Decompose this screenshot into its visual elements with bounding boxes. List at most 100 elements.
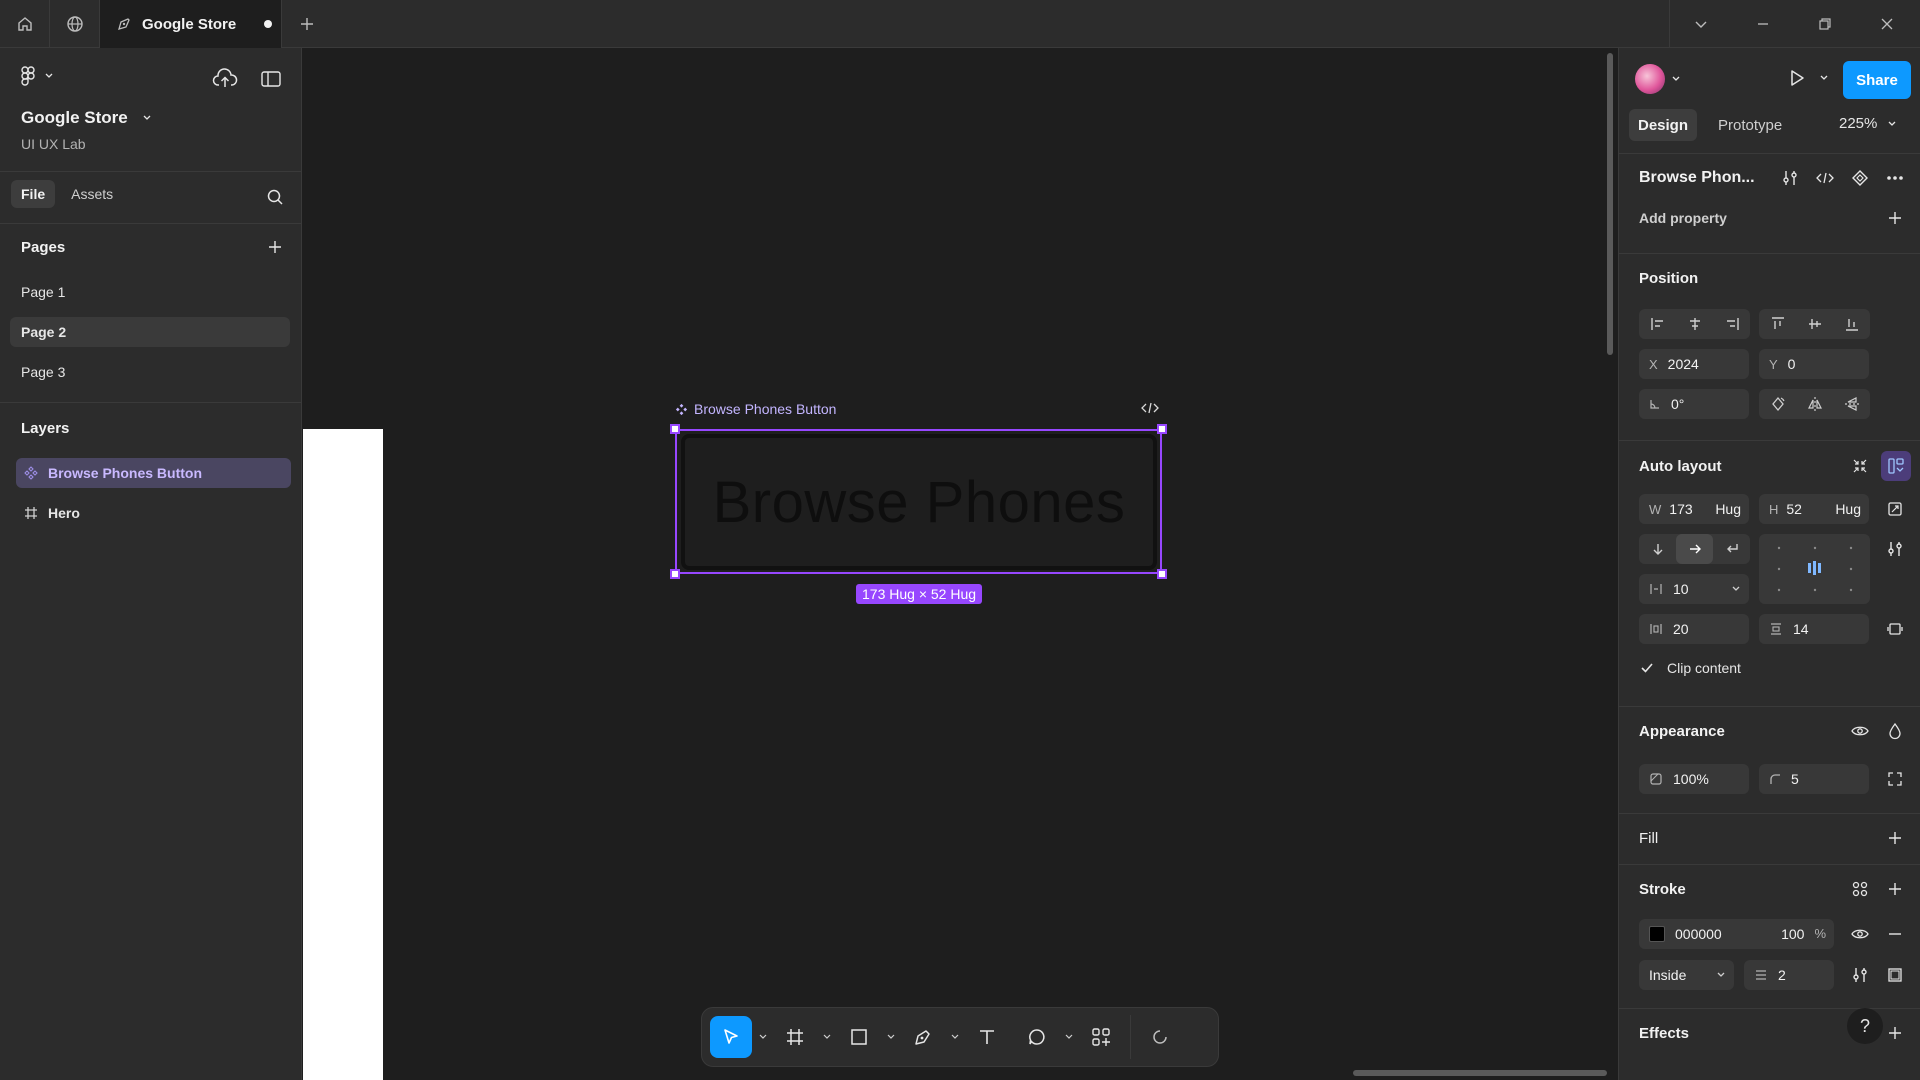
tab-file[interactable]: File — [11, 180, 56, 208]
gap-field[interactable]: 10 — [1639, 574, 1749, 604]
flip-horizontal-button[interactable] — [1796, 389, 1833, 419]
file-tab[interactable]: Google Store — [100, 0, 282, 48]
tab-assets[interactable]: Assets — [61, 180, 123, 208]
frame-tool-menu[interactable] — [816, 1016, 838, 1058]
pen-tool-menu[interactable] — [944, 1016, 966, 1058]
restore-button[interactable] — [1794, 0, 1856, 48]
constrain-proportions-button[interactable] — [1880, 494, 1910, 524]
resize-handle-bottom-right[interactable] — [1157, 569, 1167, 579]
individual-padding-button[interactable] — [1880, 614, 1910, 644]
upload-button[interactable] — [210, 64, 240, 94]
horizontal-scrollbar[interactable] — [1353, 1070, 1607, 1076]
selected-layer-name[interactable]: Browse Phon... — [1639, 169, 1755, 187]
comment-tool[interactable] — [1016, 1016, 1058, 1058]
view-code-button[interactable] — [1810, 163, 1840, 193]
share-button[interactable]: Share — [1843, 61, 1911, 99]
resize-handle-top-left[interactable] — [670, 424, 680, 434]
auto-layout-settings-button[interactable] — [1881, 451, 1911, 481]
add-property-button[interactable] — [1880, 203, 1910, 233]
frame-tool[interactable] — [774, 1016, 816, 1058]
align-left-button[interactable] — [1639, 309, 1676, 339]
shape-tool-menu[interactable] — [880, 1016, 902, 1058]
stroke-color-field[interactable]: 000000 100 % — [1639, 919, 1834, 949]
move-tool-menu[interactable] — [752, 1016, 774, 1058]
add-effect-button[interactable] — [1880, 1018, 1910, 1048]
horizontal-padding-field[interactable]: 20 — [1639, 614, 1749, 644]
align-bottom-button[interactable] — [1833, 309, 1870, 339]
pen-tool[interactable] — [902, 1016, 944, 1058]
direction-wrap-button[interactable] — [1713, 534, 1750, 564]
present-button[interactable] — [1787, 68, 1829, 88]
stroke-sides-button[interactable] — [1880, 960, 1910, 990]
add-fill-button[interactable] — [1880, 823, 1910, 853]
main-menu-button[interactable] — [20, 66, 54, 86]
advanced-stroke-button[interactable] — [1845, 960, 1875, 990]
toggle-sidebar-button[interactable] — [256, 64, 286, 94]
y-position-field[interactable]: Y 0 — [1759, 349, 1869, 379]
tab-prototype[interactable]: Prototype — [1711, 109, 1789, 141]
x-position-field[interactable]: X 2024 — [1639, 349, 1749, 379]
comment-tool-menu[interactable] — [1058, 1016, 1080, 1058]
height-mode[interactable]: Hug — [1835, 501, 1861, 517]
component-props-button[interactable] — [1775, 163, 1805, 193]
close-window-button[interactable] — [1856, 0, 1918, 48]
stroke-color-swatch[interactable] — [1649, 926, 1665, 942]
page-item-selected[interactable]: Page 2 — [10, 317, 290, 347]
rotation-field[interactable]: 0° — [1639, 389, 1749, 419]
stroke-weight-field[interactable]: 2 — [1744, 960, 1834, 990]
user-avatar-button[interactable] — [1635, 64, 1681, 94]
align-middle-button[interactable] — [1796, 309, 1833, 339]
stroke-styles-button[interactable] — [1845, 874, 1875, 904]
layer-item-selected[interactable]: Browse Phones Button — [16, 458, 291, 488]
direction-horizontal-button[interactable] — [1676, 534, 1713, 564]
dev-mode-tool[interactable] — [1139, 1016, 1181, 1058]
resize-handle-bottom-left[interactable] — [670, 569, 680, 579]
zoom-menu[interactable]: 225% — [1839, 115, 1897, 132]
rectangle-tool[interactable] — [838, 1016, 880, 1058]
vertical-scrollbar[interactable] — [1607, 53, 1613, 355]
help-button[interactable]: ? — [1847, 1008, 1883, 1044]
page-item[interactable]: Page 1 — [10, 277, 290, 307]
width-mode[interactable]: Hug — [1715, 501, 1741, 517]
flip-vertical-button[interactable] — [1833, 389, 1870, 419]
add-property-label[interactable]: Add property — [1639, 210, 1727, 226]
new-tab-button[interactable] — [282, 0, 332, 48]
vertical-padding-field[interactable]: 14 — [1759, 614, 1869, 644]
tab-design[interactable]: Design — [1629, 109, 1698, 141]
search-layers-button[interactable] — [260, 182, 290, 212]
project-name-button[interactable]: Google Store — [21, 108, 152, 128]
stroke-position-select[interactable]: Inside — [1639, 960, 1734, 990]
move-tool[interactable] — [710, 1016, 752, 1058]
direction-vertical-button[interactable] — [1639, 534, 1676, 564]
remove-auto-layout-button[interactable] — [1845, 451, 1875, 481]
dev-code-button[interactable] — [1141, 401, 1159, 415]
page-item[interactable]: Page 3 — [10, 357, 290, 387]
component-label[interactable]: Browse Phones Button — [675, 401, 836, 417]
align-top-button[interactable] — [1759, 309, 1796, 339]
opacity-field[interactable]: 100% — [1639, 764, 1749, 794]
clip-content-checkbox[interactable]: Clip content — [1639, 660, 1741, 676]
tabs-menu-button[interactable] — [1670, 0, 1732, 48]
width-field[interactable]: W 173 Hug — [1639, 494, 1749, 524]
rotate-button[interactable] — [1759, 389, 1796, 419]
individual-corners-button[interactable] — [1880, 764, 1910, 794]
add-page-button[interactable] — [260, 232, 290, 262]
align-right-button[interactable] — [1713, 309, 1750, 339]
stroke-visibility-button[interactable] — [1845, 919, 1875, 949]
auto-layout-advanced-button[interactable] — [1880, 534, 1910, 564]
stroke-opacity-value[interactable]: 100 — [1781, 926, 1804, 942]
remove-stroke-button[interactable] — [1880, 919, 1910, 949]
more-options-button[interactable] — [1880, 163, 1910, 193]
text-tool[interactable] — [966, 1016, 1008, 1058]
hero-frame[interactable] — [303, 429, 383, 1080]
align-center-h-button[interactable] — [1676, 309, 1713, 339]
home-button[interactable] — [0, 0, 50, 48]
add-stroke-button[interactable] — [1880, 874, 1910, 904]
toggle-visibility-button[interactable] — [1845, 716, 1875, 746]
height-field[interactable]: H 52 Hug — [1759, 494, 1869, 524]
resize-handle-top-right[interactable] — [1157, 424, 1167, 434]
go-to-main-component-button[interactable] — [1845, 163, 1875, 193]
layer-item[interactable]: Hero — [16, 498, 291, 528]
actions-tool[interactable] — [1080, 1016, 1122, 1058]
corner-radius-field[interactable]: 5 — [1759, 764, 1869, 794]
